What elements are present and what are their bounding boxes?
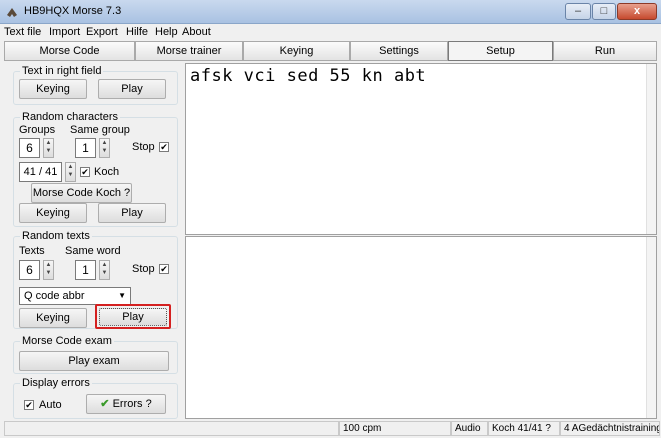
text-type-dropdown[interactable]: Q code abbr ▼: [19, 287, 131, 305]
group-title: Random texts: [20, 230, 92, 242]
app-icon: [7, 8, 17, 17]
tab-settings[interactable]: Settings: [350, 41, 448, 61]
scrollbar[interactable]: [646, 64, 656, 234]
minimize-button[interactable]: –: [565, 3, 591, 20]
menu-import[interactable]: Import: [49, 26, 80, 38]
window-title: HB9HQX Morse 7.3: [24, 5, 122, 17]
play-exam-button[interactable]: Play exam: [19, 351, 169, 371]
title-bar: HB9HQX Morse 7.3 – □ x: [0, 0, 661, 24]
texts-spinner[interactable]: ▲ ▼: [43, 260, 54, 280]
koch-spinner[interactable]: ▲ ▼: [65, 162, 76, 182]
group-title: Text in right field: [20, 65, 104, 77]
group-title: Morse Code exam: [20, 335, 114, 347]
groups-input[interactable]: 6: [19, 138, 40, 158]
menu-hilfe[interactable]: Hilfe: [126, 26, 148, 38]
play-button[interactable]: Play: [98, 79, 166, 99]
groups-label: Groups: [19, 124, 56, 136]
stop-label: Stop: [132, 141, 155, 153]
auto-label: Auto: [39, 399, 62, 411]
group-title: Display errors: [20, 377, 92, 389]
keying-button[interactable]: Keying: [19, 203, 87, 223]
groups-spinner[interactable]: ▲ ▼: [43, 138, 54, 158]
same-word-input[interactable]: 1: [75, 260, 96, 280]
tab-setup[interactable]: Setup: [448, 41, 553, 61]
texts-input[interactable]: 6: [19, 260, 40, 280]
texts-label: Texts: [19, 245, 45, 257]
morse-code-koch-button[interactable]: Morse Code Koch ?: [31, 183, 132, 203]
received-text-area[interactable]: [185, 236, 657, 419]
auto-checkbox[interactable]: ✔: [24, 400, 34, 410]
status-koch: Koch 41/41 ?: [488, 421, 560, 436]
menu-bar: Text file Import Export Hilfe Help About: [0, 24, 661, 40]
group-title: Random characters: [20, 111, 120, 123]
koch-checkbox[interactable]: ✔: [80, 167, 90, 177]
same-group-input[interactable]: 1: [75, 138, 96, 158]
tab-keying[interactable]: Keying: [243, 41, 350, 61]
maximize-button[interactable]: □: [592, 3, 616, 20]
stop-checkbox[interactable]: ✔: [159, 264, 169, 274]
same-group-spinner[interactable]: ▲ ▼: [99, 138, 110, 158]
chevron-down-icon: ▼: [118, 291, 126, 300]
tab-run[interactable]: Run: [553, 41, 657, 61]
sent-text: afsk vci sed 55 kn abt: [190, 66, 427, 86]
menu-text-file[interactable]: Text file: [4, 26, 41, 38]
play-button[interactable]: Play: [98, 203, 166, 223]
errors-button[interactable]: ✔ Errors ?: [86, 394, 166, 414]
scrollbar[interactable]: [646, 237, 656, 418]
dropdown-value: Q code abbr: [24, 290, 85, 302]
close-button[interactable]: x: [617, 3, 657, 20]
status-cpm: 100 cpm: [339, 421, 451, 436]
same-group-label: Same group: [70, 124, 130, 136]
menu-about[interactable]: About: [182, 26, 211, 38]
same-word-label: Same word: [65, 245, 121, 257]
keying-button[interactable]: Keying: [19, 79, 87, 99]
sent-text-area[interactable]: afsk vci sed 55 kn abt: [185, 63, 657, 235]
checkmark-icon: ✔: [100, 398, 110, 410]
koch-input[interactable]: 41 / 41: [19, 162, 62, 182]
stop-checkbox[interactable]: ✔: [159, 142, 169, 152]
same-word-spinner[interactable]: ▲ ▼: [99, 260, 110, 280]
tab-morse-code[interactable]: Morse Code: [4, 41, 135, 61]
koch-label: Koch: [94, 166, 120, 178]
status-empty: [4, 421, 339, 436]
status-audio: Audio: [451, 421, 488, 436]
errors-button-label: Errors ?: [112, 398, 152, 410]
menu-help[interactable]: Help: [155, 26, 178, 38]
menu-export[interactable]: Export: [86, 26, 118, 38]
play-button[interactable]: Play: [99, 308, 167, 326]
stop-label: Stop: [132, 263, 155, 275]
keying-button[interactable]: Keying: [19, 308, 87, 328]
tab-morse-trainer[interactable]: Morse trainer: [135, 41, 243, 61]
status-training: 4 AGedächtnistraining: [560, 421, 660, 436]
